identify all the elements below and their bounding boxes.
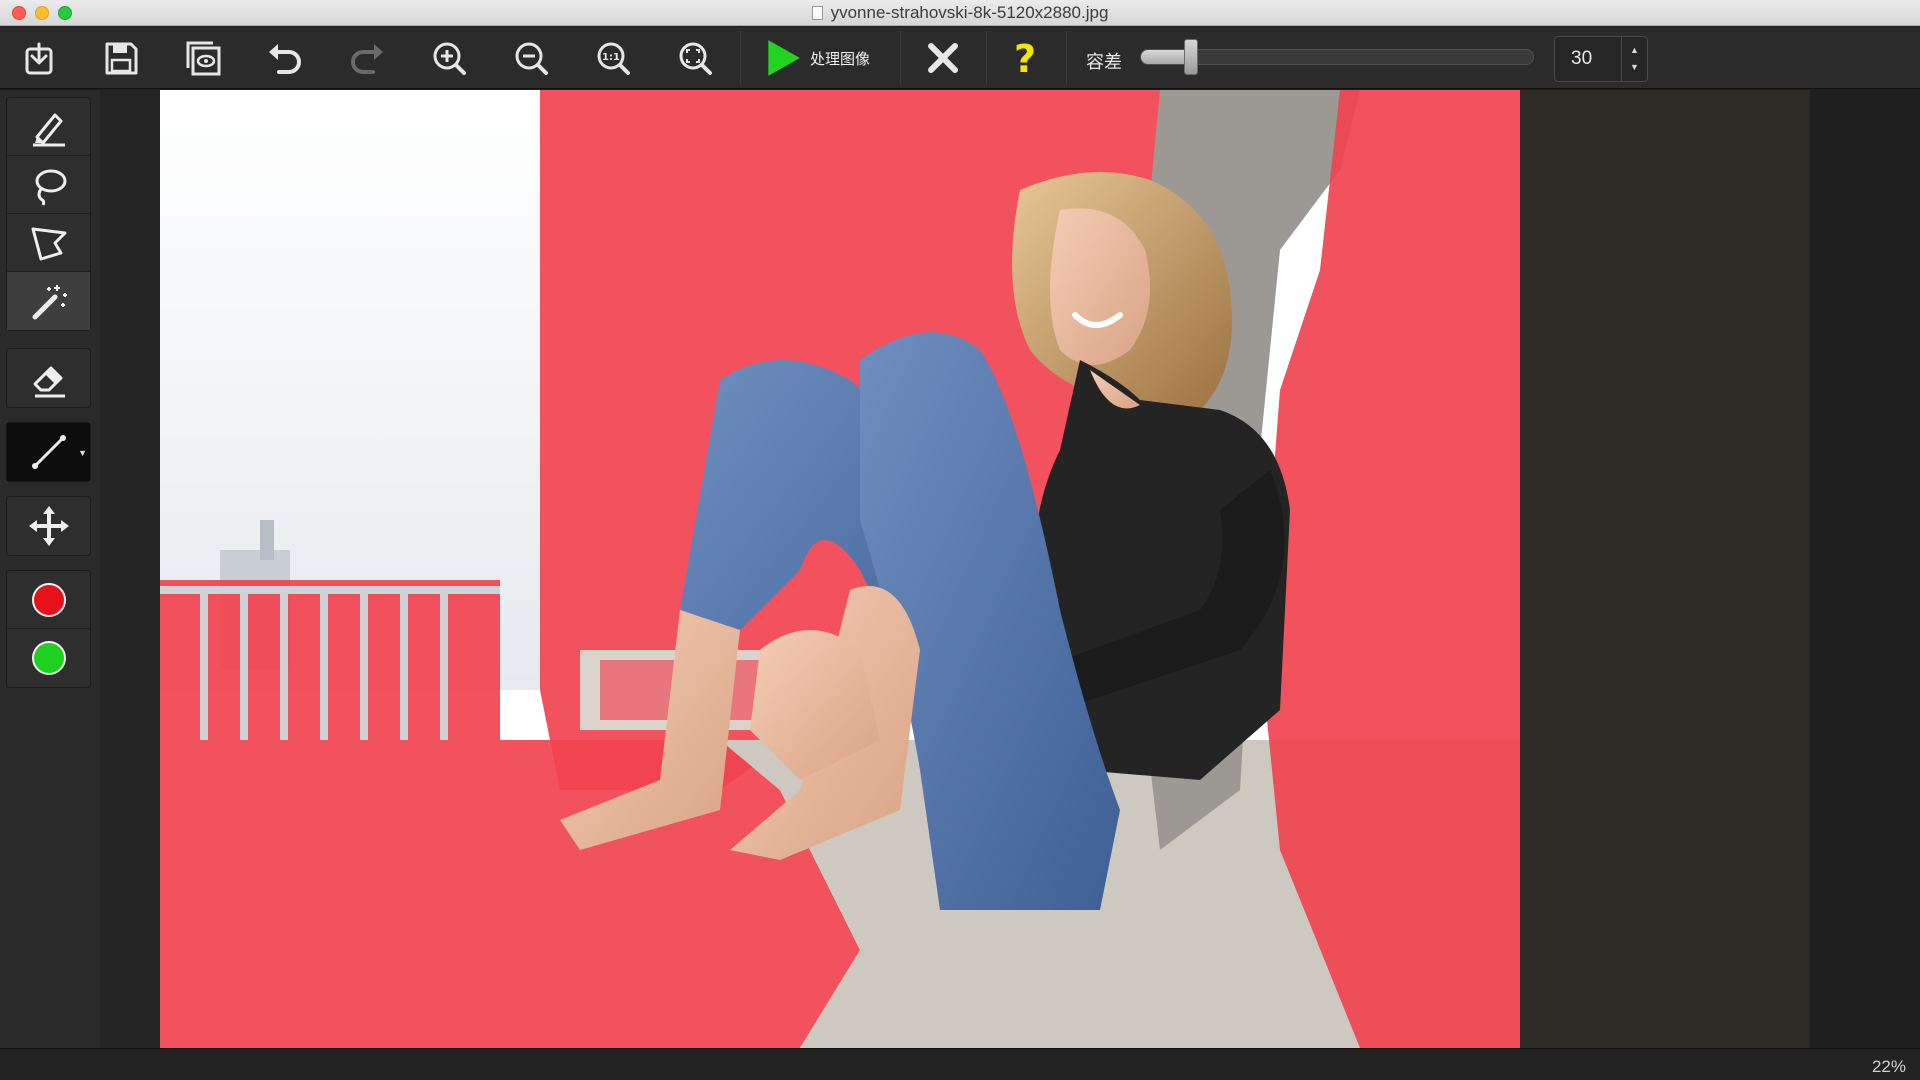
svg-text:1:1: 1:1 <box>602 52 620 63</box>
zoom-actual-icon: 1:1 <box>597 42 630 75</box>
status-bar: 22% <box>0 1048 1920 1080</box>
lasso-icon <box>35 169 66 206</box>
maximize-window-button[interactable] <box>58 6 72 20</box>
zoom-actual-button[interactable]: 1:1 <box>588 35 638 81</box>
green-keep-dot-icon <box>31 641 66 675</box>
undo-icon <box>269 44 301 74</box>
window-title-text: yvonne-strahovski-8k-5120x2880.jpg <box>830 2 1109 22</box>
canvas-right-margin <box>1810 90 1920 1048</box>
remove-color-tool[interactable] <box>7 571 90 629</box>
selection-tools-group <box>6 97 91 331</box>
zoom-in-button[interactable] <box>424 35 474 81</box>
toolbar: 1:1 处理图像 ? 容差 30 ▲ ▼ <box>0 27 1920 89</box>
tool-panel: ▼ <box>0 90 100 1048</box>
line-tool-dropdown-icon[interactable]: ▼ <box>78 448 87 458</box>
close-window-button[interactable] <box>12 6 26 20</box>
lasso-tool[interactable] <box>7 156 90 214</box>
zoom-level: 22% <box>1871 1057 1906 1076</box>
play-icon <box>768 40 800 76</box>
svg-text:?: ? <box>1014 38 1036 78</box>
import-button[interactable] <box>14 35 64 81</box>
window-controls <box>12 6 72 20</box>
tolerance-value[interactable]: 30 <box>1555 48 1621 70</box>
title-bar: yvonne-strahovski-8k-5120x2880.jpg <box>0 0 1920 26</box>
undo-button[interactable] <box>260 35 310 81</box>
move-tool[interactable] <box>7 497 90 555</box>
image-canvas[interactable] <box>160 90 1810 1048</box>
process-image-label: 处理图像 <box>810 50 871 68</box>
document-icon <box>811 5 823 20</box>
magic-wand-icon <box>32 285 67 320</box>
zoom-out-button[interactable] <box>506 35 556 81</box>
preview-icon <box>186 41 221 76</box>
zoom-out-icon <box>515 42 548 75</box>
save-button[interactable] <box>96 35 146 81</box>
eraser-tool[interactable] <box>7 349 90 407</box>
import-icon <box>25 42 53 75</box>
move-arrows-icon <box>28 506 69 546</box>
red-remove-dot-icon <box>31 582 66 617</box>
tolerance-slider-thumb[interactable] <box>1184 39 1199 75</box>
close-x-icon <box>928 43 958 73</box>
photo-illustration <box>160 90 1810 1048</box>
keep-color-tool[interactable] <box>7 629 90 687</box>
tolerance-slider[interactable] <box>1140 49 1534 65</box>
line-tool-group: ▼ <box>6 422 91 482</box>
canvas-area[interactable] <box>100 90 1920 1048</box>
zoom-fit-button[interactable] <box>670 35 720 81</box>
process-image-button[interactable]: 处理图像 <box>762 37 870 79</box>
color-tools-group <box>6 570 91 688</box>
marker-pen-icon <box>32 113 65 146</box>
marker-tool[interactable] <box>7 98 90 156</box>
redo-icon <box>351 44 383 74</box>
window-title: yvonne-strahovski-8k-5120x2880.jpg <box>811 2 1109 23</box>
zoom-in-icon <box>433 42 466 75</box>
eraser-tool-group <box>6 348 91 408</box>
move-tool-group <box>6 496 91 556</box>
zoom-fit-icon <box>679 42 712 75</box>
cancel-button[interactable] <box>918 35 968 81</box>
tolerance-stepper[interactable]: 30 ▲ ▼ <box>1554 36 1648 82</box>
minimize-window-button[interactable] <box>35 6 49 20</box>
polygon-lasso-tool[interactable] <box>7 214 90 272</box>
eraser-icon <box>33 366 65 398</box>
stepper-down-icon[interactable]: ▼ <box>1630 63 1639 72</box>
line-brush-icon <box>31 435 66 469</box>
magic-wand-tool[interactable] <box>7 272 90 330</box>
line-brush-tool[interactable]: ▼ <box>7 423 90 481</box>
redo-button[interactable] <box>342 35 392 81</box>
help-button[interactable]: ? <box>1000 35 1050 81</box>
help-question-icon: ? <box>1014 38 1036 78</box>
stepper-arrows: ▲ ▼ <box>1621 37 1647 81</box>
stepper-up-icon[interactable]: ▲ <box>1630 46 1639 55</box>
polygon-lasso-icon <box>31 227 66 260</box>
save-icon <box>105 42 138 75</box>
tolerance-label: 容差 <box>1086 52 1122 72</box>
preview-button[interactable] <box>178 35 228 81</box>
